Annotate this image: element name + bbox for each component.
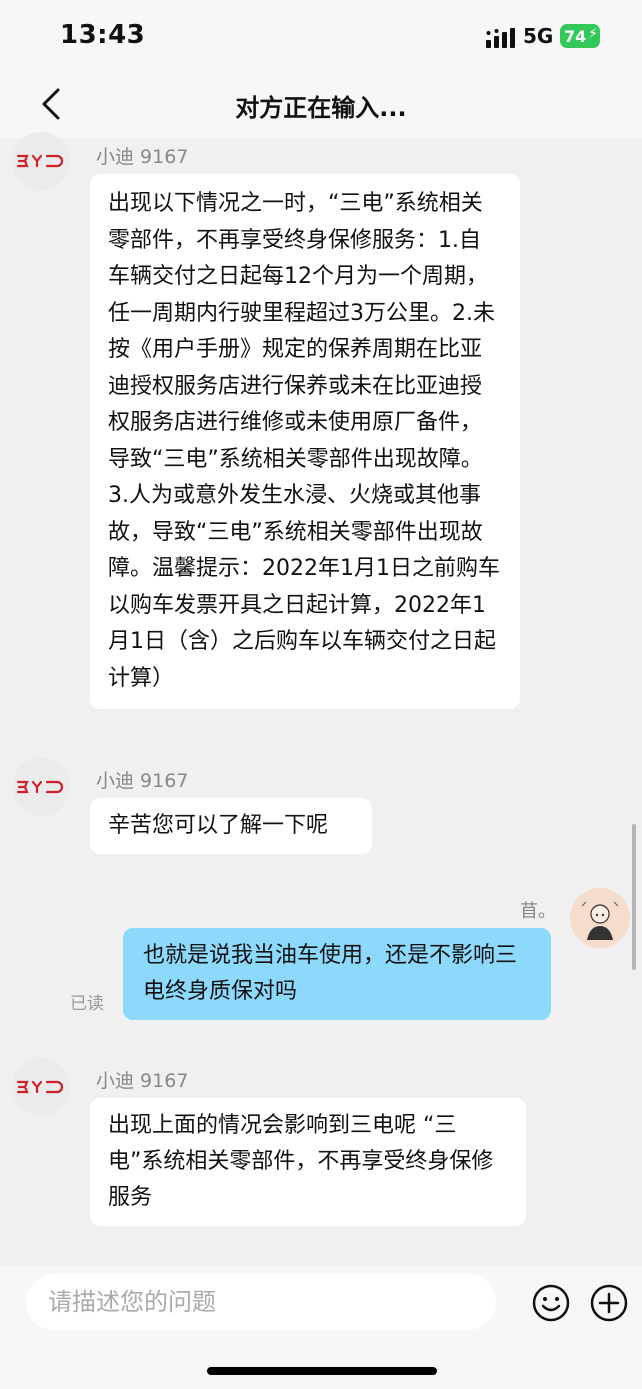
message-bubble[interactable]: 出现上面的情况会影响到三电呢 “三电”系统相关零部件，不再享受终身保修服务 (90, 1098, 526, 1226)
byd-logo-icon (16, 154, 64, 168)
scrollbar[interactable] (632, 824, 636, 970)
charging-icon: ⚡ (588, 26, 598, 42)
message-bubble[interactable]: 出现以下情况之一时，“三电”系统相关零部件，不再享受终身保修服务：1.自车辆交付… (90, 174, 520, 709)
my-message-bubble[interactable]: 也就是说我当油车使用，还是不影响三电终身质保对吗 (123, 928, 551, 1020)
signal-icon (486, 28, 515, 48)
user-avatar-image (581, 901, 619, 940)
message-input-container[interactable] (26, 1274, 496, 1330)
read-status: 已读 (70, 994, 104, 1014)
emoji-button[interactable] (531, 1283, 571, 1323)
input-bar (0, 1266, 642, 1389)
message-input[interactable] (48, 1288, 496, 1316)
byd-logo-icon (16, 1080, 64, 1094)
status-time: 13:43 (60, 20, 146, 50)
network-type: 5G (523, 24, 554, 48)
user-name: 苜。 (520, 901, 556, 922)
user-avatar[interactable] (570, 888, 630, 948)
battery-indicator: 74 ⚡ (560, 24, 600, 48)
agent-avatar[interactable] (12, 758, 70, 816)
status-bar: 13:43 5G 74 ⚡ (0, 0, 642, 70)
sender-name: 小迪 9167 (96, 770, 189, 792)
agent-avatar[interactable] (12, 1058, 70, 1116)
byd-logo-icon (16, 780, 64, 794)
agent-avatar[interactable] (12, 132, 70, 190)
home-indicator[interactable] (207, 1367, 437, 1375)
plus-button[interactable] (589, 1283, 629, 1323)
sender-name: 小迪 9167 (96, 146, 189, 168)
battery-level: 74 (564, 26, 587, 46)
message-bubble[interactable]: 辛苦您可以了解一下呢 (90, 798, 372, 854)
chat-area[interactable]: 小迪 9167 出现以下情况之一时，“三电”系统相关零部件，不再享受终身保修服务… (0, 132, 642, 1266)
page-title: 对方正在输入... (235, 94, 407, 122)
sender-name: 小迪 9167 (96, 1070, 189, 1092)
chat-header: 对方正在输入... (0, 70, 642, 138)
